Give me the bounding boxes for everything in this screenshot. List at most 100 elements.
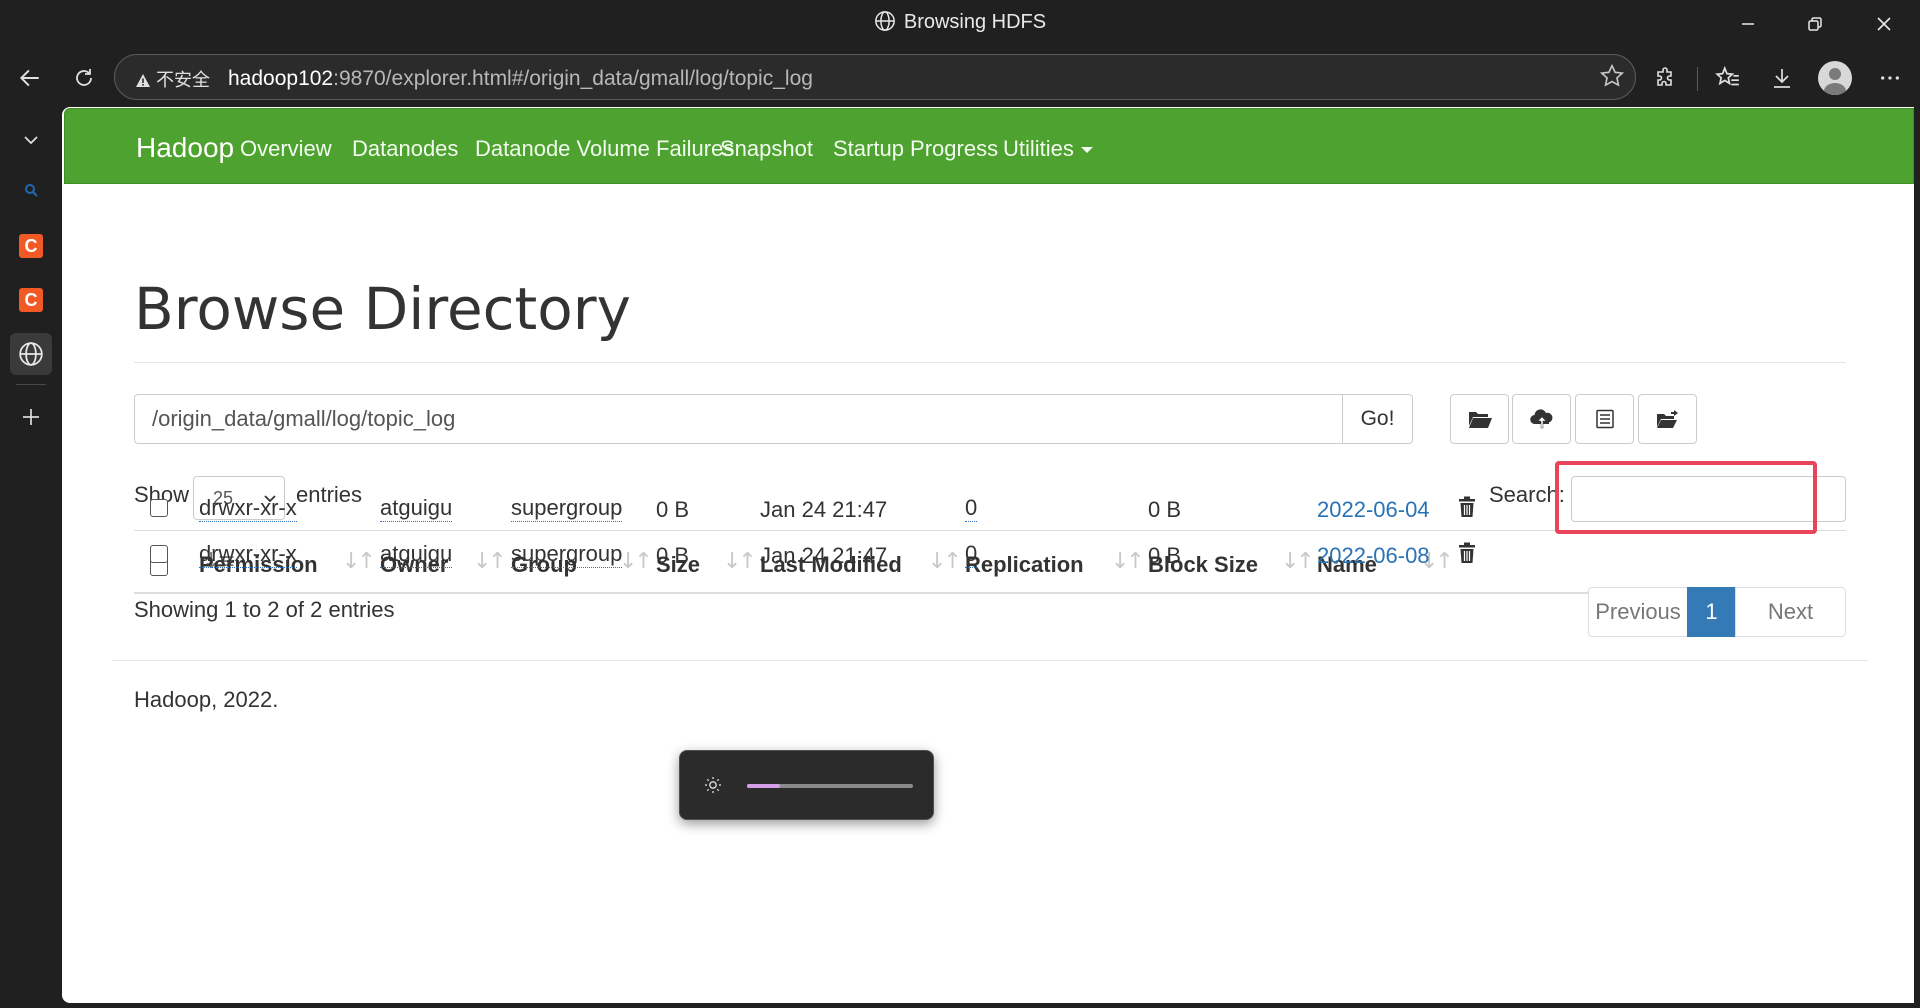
cut-paste-button[interactable] [1638, 394, 1697, 444]
row-block-size: 0 B [1148, 497, 1182, 522]
window-title-bar: Browsing HDFS [0, 0, 1920, 49]
sort-both-icon[interactable]: ↓↑ [1281, 549, 1315, 574]
pagination-page-1[interactable]: 1 [1687, 587, 1736, 637]
view-list-button[interactable] [1575, 394, 1634, 444]
extensions-button[interactable] [1648, 60, 1684, 96]
row-select-checkbox[interactable] [150, 499, 168, 517]
brightness-overlay [679, 750, 934, 820]
back-arrow-icon [19, 69, 39, 87]
browser-toolbar: 不安全 hadoop102:9870/explorer.html#/origin… [0, 49, 1920, 107]
page-viewport: Hadoop Overview Datanodes Datanode Volum… [62, 107, 1914, 1003]
csdn-logo-icon: C [19, 288, 43, 312]
window-title: Browsing HDFS [0, 10, 1920, 34]
nav-utilities-dropdown[interactable]: Utilities [1003, 136, 1093, 162]
globe-icon [874, 11, 895, 31]
back-button[interactable] [12, 60, 48, 96]
pagination-next[interactable]: Next [1735, 587, 1846, 637]
annotation-highlight-box [1555, 461, 1817, 534]
folder-move-icon [1656, 410, 1678, 428]
star-icon [1599, 63, 1625, 87]
navbar-brand[interactable]: Hadoop [136, 132, 234, 164]
warning-icon [136, 74, 150, 87]
row-size: 0 B [656, 497, 690, 522]
tab-csdn-1[interactable]: C [10, 225, 52, 267]
sort-both-icon[interactable]: ↓↑ [619, 549, 653, 574]
page-title: Browse Directory [134, 275, 631, 343]
collapse-tabs-button[interactable] [10, 119, 52, 161]
close-window-button[interactable] [1856, 8, 1912, 40]
search-label: Search: [1489, 482, 1565, 507]
nav-datanodes[interactable]: Datanodes [352, 136, 458, 162]
row-owner[interactable]: atguigu [380, 541, 453, 568]
directory-path-input[interactable] [134, 394, 1343, 444]
upload-files-button[interactable] [1512, 394, 1571, 444]
trash-icon[interactable] [1457, 496, 1477, 518]
row-replication[interactable]: 0 [965, 541, 978, 568]
tab-strip-divider [16, 384, 46, 385]
address-bar[interactable]: 不安全 hadoop102:9870/explorer.html#/origin… [114, 54, 1636, 100]
user-icon [1824, 68, 1846, 95]
sort-both-icon[interactable]: ↓↑ [1111, 549, 1145, 574]
close-icon [1877, 17, 1891, 31]
restore-icon [1808, 17, 1822, 31]
window-title-text: Browsing HDFS [903, 11, 1047, 33]
nav-datanode-volume-failures[interactable]: Datanode Volume Failures [475, 136, 734, 162]
tab-browsing-hdfs[interactable] [10, 333, 52, 375]
favorites-button[interactable] [1710, 60, 1746, 96]
brightness-sun-icon [705, 777, 721, 793]
more-menu-button[interactable] [1872, 60, 1908, 96]
search-icon [25, 184, 38, 197]
row-group[interactable]: supergroup [511, 495, 623, 522]
new-tab-button[interactable] [10, 396, 52, 438]
row-permission[interactable]: drwxr-xr-x [199, 541, 297, 568]
cloud-upload-icon [1529, 409, 1552, 429]
chevron-down-icon [24, 136, 38, 145]
row-permission[interactable]: drwxr-xr-x [199, 495, 297, 522]
go-button[interactable]: Go! [1342, 394, 1413, 444]
favorite-star-button[interactable] [1599, 63, 1625, 94]
brightness-fill [747, 784, 781, 788]
nav-startup-progress[interactable]: Startup Progress [833, 136, 998, 162]
trash-icon[interactable] [1457, 542, 1477, 564]
brightness-slider[interactable] [747, 784, 913, 788]
table-info: Showing 1 to 2 of 2 entries [134, 597, 395, 622]
url-host: hadoop102 [228, 67, 334, 90]
toolbar-divider [1697, 67, 1698, 91]
minimize-button[interactable] [1720, 8, 1776, 40]
nav-overview[interactable]: Overview [240, 136, 332, 162]
hadoop-navbar: Hadoop Overview Datanodes Datanode Volum… [64, 108, 1914, 184]
row-replication[interactable]: 0 [965, 495, 978, 522]
row-size: 0 B [656, 543, 690, 568]
plus-icon [23, 409, 39, 425]
sort-both-icon[interactable]: ↓↑ [928, 549, 962, 574]
entries-label: entries [296, 482, 363, 507]
tab-search[interactable] [10, 169, 52, 211]
create-directory-button[interactable] [1450, 394, 1509, 444]
tab-csdn-2[interactable]: C [10, 279, 52, 321]
vertical-tab-strip: C C [0, 107, 62, 1008]
sort-both-icon[interactable]: ↓↑ [342, 549, 376, 574]
sort-both-icon[interactable]: ↓↑ [473, 549, 507, 574]
url-path: :9870/explorer.html#/origin_data/gmall/l… [333, 67, 813, 90]
refresh-button[interactable] [66, 60, 102, 96]
folder-open-icon [1468, 412, 1492, 428]
pagination-previous[interactable]: Previous [1588, 587, 1688, 637]
downloads-button[interactable] [1764, 60, 1800, 96]
sort-both-icon[interactable]: ↓↑ [723, 549, 757, 574]
row-name-link[interactable]: 2022-06-08 [1317, 543, 1430, 569]
security-warning[interactable]: 不安全 [135, 66, 210, 92]
restore-button[interactable] [1787, 8, 1843, 40]
profile-avatar[interactable] [1818, 61, 1852, 95]
row-last-modified: Jan 24 21:47 [760, 543, 888, 568]
row-group[interactable]: supergroup [511, 541, 623, 568]
list-alt-icon [1595, 409, 1614, 429]
row-owner[interactable]: atguigu [380, 495, 453, 522]
header-replication[interactable]: Replication [965, 552, 1084, 578]
caret-down-icon [1080, 147, 1093, 154]
row-select-checkbox[interactable] [150, 545, 168, 563]
more-dots-icon [1881, 76, 1899, 80]
favorites-list-icon [1715, 65, 1739, 86]
nav-utilities-label: Utilities [1003, 136, 1074, 161]
nav-snapshot[interactable]: Snapshot [720, 136, 813, 162]
row-name-link[interactable]: 2022-06-04 [1317, 497, 1430, 523]
